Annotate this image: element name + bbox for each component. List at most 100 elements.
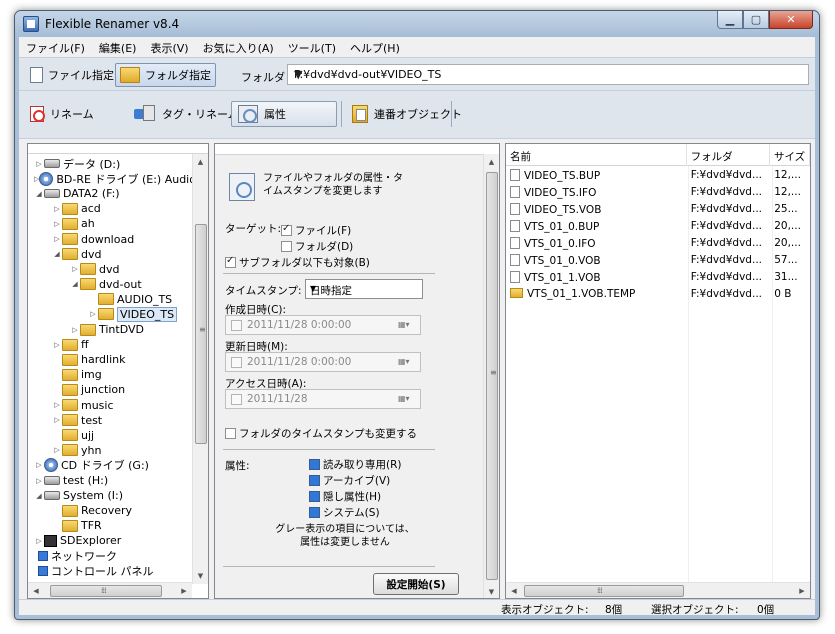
scroll-right-icon[interactable]: ▶ — [794, 583, 810, 598]
expand-icon[interactable]: ▷ — [52, 235, 62, 243]
tree-item[interactable]: ▷ CD ドライブ (G:) — [28, 458, 194, 473]
tree-item[interactable]: junction — [28, 382, 194, 397]
expand-icon[interactable]: ▷ — [52, 205, 62, 213]
menu-tools[interactable]: ツール(T) — [281, 37, 343, 57]
collapse-icon[interactable]: ◢ — [34, 190, 44, 198]
start-settings-button[interactable]: 設定開始(S) — [373, 573, 459, 595]
tree-item[interactable]: ▷ SDExplorer — [28, 533, 194, 548]
tree-item[interactable]: ▷ TintDVD — [28, 322, 194, 337]
collapse-icon[interactable]: ◢ — [52, 250, 62, 258]
attributes-button[interactable]: 属性 — [231, 101, 337, 127]
menu-view[interactable]: 表示(V) — [143, 37, 195, 57]
attr-panel-vertical-scrollbar[interactable]: ▲ ≡ ▼ — [483, 154, 499, 598]
system-attribute-checkbox[interactable]: システム(S) — [309, 505, 380, 520]
menu-file[interactable]: ファイル(F) — [19, 37, 92, 57]
file-row[interactable]: VIDEO_TS.VOB F:¥dvd¥dvd... 25... — [506, 201, 810, 218]
tree-item[interactable]: ▷ acd — [28, 201, 194, 216]
tree-item[interactable]: ▷ download — [28, 231, 194, 246]
accessed-date-picker[interactable]: 2011/11/28 ▦▾ — [225, 389, 421, 409]
expand-icon[interactable]: ▷ — [70, 265, 80, 273]
file-row[interactable]: VTS_01_0.VOB F:¥dvd¥dvd... 57... — [506, 252, 810, 269]
menu-edit[interactable]: 編集(E) — [92, 37, 144, 57]
include-subfolders-checkbox[interactable]: サブフォルダ以下も対象(B) — [225, 255, 370, 270]
file-row[interactable]: VTS_01_0.IFO F:¥dvd¥dvd... 20,... — [506, 235, 810, 252]
expand-icon[interactable]: ▷ — [34, 461, 44, 469]
tree-item[interactable]: hardlink — [28, 352, 194, 367]
calendar-dropdown-icon[interactable]: ▦▾ — [398, 357, 416, 368]
modified-datetime-picker[interactable]: 2011/11/28 0:00:00 ▦▾ — [225, 352, 421, 372]
menu-help[interactable]: ヘルプ(H) — [343, 37, 407, 57]
file-list-hscroll-thumb[interactable]: ⁞⁞⁞ — [524, 585, 684, 597]
tree-item[interactable]: ◢ DATA2 (F:) — [28, 186, 194, 201]
minimize-button[interactable]: ▁ — [717, 11, 743, 29]
tree-item[interactable]: ネットワーク — [28, 548, 194, 563]
tree-item[interactable]: ▷ test (H:) — [28, 473, 194, 488]
tree-item[interactable]: AUDIO_TS — [28, 292, 194, 307]
tree-item[interactable]: ◢ dvd-out — [28, 277, 194, 292]
expand-icon[interactable]: ▷ — [34, 537, 44, 545]
column-header-name[interactable]: 名前 — [506, 144, 687, 166]
file-row[interactable]: VIDEO_TS.IFO F:¥dvd¥dvd... 12,... — [506, 184, 810, 201]
file-row[interactable]: VTS_01_0.BUP F:¥dvd¥dvd... 20,... — [506, 218, 810, 235]
dropdown-arrow-icon[interactable]: ▼ — [294, 68, 805, 81]
tree-item[interactable]: ▷ ff — [28, 337, 194, 352]
target-folder-checkbox[interactable]: フォルダ(D) — [281, 239, 353, 254]
calendar-dropdown-icon[interactable]: ▦▾ — [398, 394, 416, 405]
tree-item[interactable]: ◢ dvd — [28, 247, 194, 262]
modified-enable-checkbox[interactable] — [231, 357, 242, 368]
close-button[interactable]: ✕ — [769, 11, 813, 29]
timestamp-mode-select[interactable]: 日時指定 ▼ — [305, 279, 423, 299]
attr-panel-scroll-thumb[interactable]: ≡ — [486, 172, 498, 580]
folder-mode-button[interactable]: フォルダ指定 — [115, 63, 216, 87]
tree-item[interactable]: TFR — [28, 518, 194, 533]
expand-icon[interactable]: ▷ — [52, 401, 62, 409]
expand-icon[interactable]: ▷ — [52, 220, 62, 228]
created-datetime-picker[interactable]: 2011/11/28 0:00:00 ▦▾ — [225, 315, 421, 335]
scroll-right-icon[interactable]: ▶ — [176, 583, 192, 598]
tree-scroll-thumb[interactable]: ≡ — [195, 224, 207, 444]
readonly-attribute-checkbox[interactable]: 読み取り専用(R) — [309, 457, 402, 472]
tree-item[interactable]: ▷ データ (D:) — [28, 156, 194, 171]
rename-button[interactable]: リネーム — [23, 101, 101, 127]
file-row[interactable]: VTS_01_1.VOB.TEMP F:¥dvd¥dvd... 0 B — [506, 286, 810, 303]
menu-favorites[interactable]: お気に入り(A) — [196, 37, 281, 57]
tree-item[interactable]: ▷ ah — [28, 216, 194, 231]
tree-item[interactable]: ▷ BD-RE ドライブ (E:) Audio — [28, 171, 196, 186]
tree-item[interactable]: img — [28, 367, 194, 382]
file-mode-button[interactable]: ファイル指定 — [25, 63, 119, 87]
folder-timestamp-checkbox[interactable]: フォルダのタイムスタンプも変更する — [225, 426, 417, 441]
folder-path-combo[interactable]: F:¥dvd¥dvd-out¥VIDEO_TS ▼ — [287, 64, 809, 85]
created-enable-checkbox[interactable] — [231, 320, 242, 331]
tree-item[interactable]: ▷ test — [28, 413, 194, 428]
accessed-enable-checkbox[interactable] — [231, 394, 242, 405]
app-icon[interactable] — [23, 16, 39, 32]
expand-icon[interactable]: ▷ — [52, 416, 62, 424]
tree-horizontal-scrollbar[interactable]: ◀ ⁞⁞⁞ ▶ — [28, 582, 192, 598]
tree-item[interactable]: Recovery — [28, 503, 194, 518]
tree-item[interactable]: ▷ music — [28, 398, 194, 413]
scroll-left-icon[interactable]: ◀ — [506, 583, 522, 598]
scroll-up-icon[interactable]: ▲ — [193, 154, 208, 170]
tree-item[interactable]: ujj — [28, 428, 194, 443]
expand-icon[interactable]: ▷ — [52, 341, 62, 349]
file-row[interactable]: VTS_01_1.VOB F:¥dvd¥dvd... 31... — [506, 269, 810, 286]
target-file-checkbox[interactable]: ファイル(F) — [281, 223, 351, 238]
expand-icon[interactable]: ▷ — [34, 477, 44, 485]
column-header-size[interactable]: サイズ — [770, 144, 810, 166]
tree-item[interactable]: コントロール パネル — [28, 564, 194, 579]
tree-item[interactable]: ▷ yhn — [28, 443, 194, 458]
file-list-horizontal-scrollbar[interactable]: ◀ ⁞⁞⁞ ▶ — [506, 582, 810, 598]
expand-icon[interactable]: ▷ — [34, 160, 44, 168]
collapse-icon[interactable]: ◢ — [34, 492, 44, 500]
tree-vertical-scrollbar[interactable]: ▲ ≡ ▼ — [192, 154, 208, 584]
scroll-left-icon[interactable]: ◀ — [28, 583, 44, 598]
expand-icon[interactable]: ▷ — [70, 326, 80, 334]
expand-icon[interactable]: ▷ — [52, 446, 62, 454]
tree-hscroll-thumb[interactable]: ⁞⁞⁞ — [50, 585, 162, 597]
expand-icon[interactable]: ▷ — [88, 310, 98, 318]
scroll-down-icon[interactable]: ▼ — [484, 584, 499, 598]
scroll-down-icon[interactable]: ▼ — [193, 568, 208, 584]
tree-item[interactable]: ▷ dvd — [28, 262, 194, 277]
file-row[interactable]: VIDEO_TS.BUP F:¥dvd¥dvd... 12,... — [506, 167, 810, 184]
maximize-button[interactable]: ▢ — [743, 11, 769, 29]
